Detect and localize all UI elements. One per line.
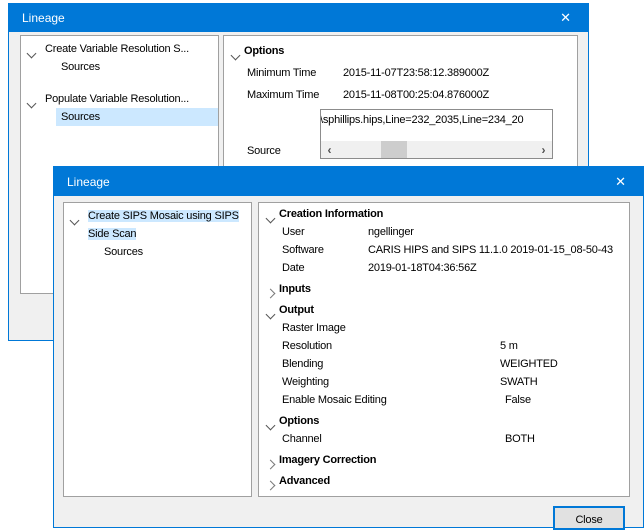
property-row: Blending WEIGHTED xyxy=(259,355,629,373)
section-header-options[interactable]: Options xyxy=(224,42,577,60)
chevron-down-icon[interactable] xyxy=(28,45,35,63)
tree-item-sources[interactable]: Sources xyxy=(56,108,218,126)
property-label: User xyxy=(282,223,304,241)
property-row: User ngellinger xyxy=(259,223,629,241)
property-row: Date 2019-01-18T04:36:56Z xyxy=(259,259,629,277)
chevron-down-icon[interactable] xyxy=(28,95,35,113)
property-row: Weighting SWATH xyxy=(259,373,629,391)
property-label: Raster Image xyxy=(282,319,346,337)
property-label: Enable Mosaic Editing xyxy=(282,391,387,409)
section-header-advanced[interactable]: Advanced xyxy=(259,472,629,490)
tree-item-populate-variable-resolution[interactable]: Populate Variable Resolution... xyxy=(21,90,218,108)
section-title: Output xyxy=(279,304,314,316)
tree-item-label: Sources xyxy=(104,246,143,258)
lineage-dialog-front: Lineage ✕ Create SIPS Mosaic using SIPS … xyxy=(53,166,644,528)
window-title: Lineage xyxy=(67,175,110,189)
section-title: Options xyxy=(279,415,319,427)
property-row: Maximum Time 2015-11-08T00:25:04.876000Z xyxy=(224,86,577,104)
property-value: BOTH xyxy=(505,430,535,448)
chevron-down-icon xyxy=(232,47,239,65)
properties-panel-front: Creation InformationUserngellingerSoftwa… xyxy=(258,202,630,497)
source-row: Source \sphillips.hips,Line=232_2035,Lin… xyxy=(224,109,577,159)
property-label: Software xyxy=(282,241,324,259)
lineage-tree-panel-front: Create SIPS Mosaic using SIPS Side Scan S… xyxy=(63,202,252,497)
close-icon[interactable]: ✕ xyxy=(543,4,588,32)
property-label: Channel xyxy=(282,430,322,448)
horizontal-scrollbar[interactable]: ‹ › xyxy=(321,141,552,158)
tree-item-label: Sources xyxy=(61,61,100,73)
scrollbar-track[interactable] xyxy=(338,141,535,158)
property-label: Resolution xyxy=(282,337,332,355)
property-row: Raster Image xyxy=(259,319,629,337)
scroll-left-icon[interactable]: ‹ xyxy=(321,141,338,158)
property-value: SWATH xyxy=(500,373,538,391)
property-value: 5 m xyxy=(500,337,518,355)
scroll-right-icon[interactable]: › xyxy=(535,141,552,158)
property-value: 2015-11-07T23:58:12.389000Z xyxy=(343,64,489,82)
property-value: 2019-01-18T04:36:56Z xyxy=(368,259,477,277)
chevron-down-icon[interactable] xyxy=(71,212,78,230)
tree-item-label: Create Variable Resolution S... xyxy=(45,43,189,55)
property-row: Channel BOTH xyxy=(259,430,629,448)
property-label: Maximum Time xyxy=(247,86,319,104)
titlebar-back[interactable]: Lineage ✕ xyxy=(9,4,588,32)
tree-item-label: Create SIPS Mosaic using SIPS Side Scan xyxy=(88,210,239,240)
section-header-imagery-correction[interactable]: Imagery Correction xyxy=(259,451,629,469)
property-value: ngellinger xyxy=(368,223,414,241)
section-title: Options xyxy=(244,45,284,57)
property-label: Minimum Time xyxy=(247,64,316,82)
section-header-output[interactable]: Output xyxy=(259,301,629,319)
property-label: Blending xyxy=(282,355,323,373)
tree-item-create-variable-resolution-s[interactable]: Create Variable Resolution S... xyxy=(21,40,218,58)
property-label: Date xyxy=(282,259,304,277)
source-field-text: \sphillips.hips,Line=232_2035,Line=234_2… xyxy=(321,110,552,126)
section-header-options[interactable]: Options xyxy=(259,412,629,430)
section-header-inputs[interactable]: Inputs xyxy=(259,280,629,298)
section-header-creation-information[interactable]: Creation Information xyxy=(259,205,629,223)
section-title: Imagery Correction xyxy=(279,454,376,466)
section-title: Creation Information xyxy=(279,208,383,220)
property-label: Weighting xyxy=(282,373,329,391)
close-button[interactable]: Close xyxy=(553,506,625,530)
scrollbar-thumb[interactable] xyxy=(381,141,407,158)
property-value: CARIS HIPS and SIPS 11.1.0 2019-01-15_08… xyxy=(368,241,613,259)
property-value: WEIGHTED xyxy=(500,355,558,373)
window-title: Lineage xyxy=(22,11,65,25)
tree-item-create-sips-mosaic-using-sips-side-scan[interactable]: Create SIPS Mosaic using SIPS Side Scan xyxy=(64,207,251,243)
section-title: Inputs xyxy=(279,283,311,295)
source-field[interactable]: \sphillips.hips,Line=232_2035,Line=234_2… xyxy=(320,109,553,159)
property-value: False xyxy=(505,391,531,409)
property-value: 2015-11-08T00:25:04.876000Z xyxy=(343,86,489,104)
section-title: Advanced xyxy=(279,475,330,487)
source-label: Source xyxy=(224,143,320,159)
property-row: Software CARIS HIPS and SIPS 11.1.0 2019-… xyxy=(259,241,629,259)
close-icon[interactable]: ✕ xyxy=(598,167,643,196)
chevron-right-icon xyxy=(267,477,274,495)
tree-item-sources[interactable]: Sources xyxy=(56,58,218,76)
tree-item-sources[interactable]: Sources xyxy=(99,243,251,261)
tree-item-label: Sources xyxy=(61,111,100,123)
titlebar-front[interactable]: Lineage ✕ xyxy=(54,167,643,196)
property-row: Enable Mosaic Editing False xyxy=(259,391,629,409)
property-row: Minimum Time 2015-11-07T23:58:12.389000Z xyxy=(224,64,577,82)
tree-item-label: Populate Variable Resolution... xyxy=(45,93,189,105)
property-row: Resolution 5 m xyxy=(259,337,629,355)
